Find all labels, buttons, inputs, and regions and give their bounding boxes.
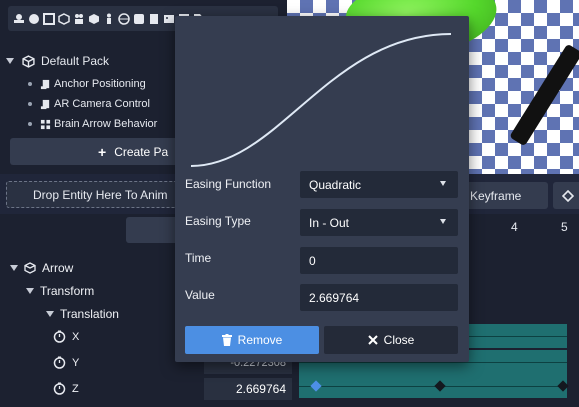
easing-function-select[interactable]: Quadratic: [300, 171, 458, 198]
axis-z-value[interactable]: 2.669764: [204, 378, 292, 400]
value-label: Value: [185, 288, 215, 302]
remove-label: Remove: [237, 333, 283, 347]
script-icon: [40, 99, 50, 109]
add-keyframe-button[interactable]: d Keyframe: [456, 182, 548, 209]
pack-item-label: Brain Arrow Behavior: [54, 118, 158, 130]
document-icon[interactable]: [147, 12, 160, 26]
people-icon[interactable]: [72, 12, 85, 26]
plus-icon: +: [98, 143, 107, 160]
expand-icon[interactable]: [26, 288, 34, 294]
easing-type-label: Easing Type: [185, 214, 251, 228]
hexagon-icon[interactable]: [57, 12, 70, 26]
square-icon[interactable]: [132, 12, 145, 26]
behavior-graph-icon: [40, 119, 51, 129]
keyframe[interactable]: [557, 380, 569, 392]
easing-function-value: Quadratic: [309, 177, 362, 192]
bullet-icon: [28, 82, 32, 86]
component-row-transform[interactable]: Transform: [26, 284, 94, 298]
keyframe[interactable]: [434, 380, 446, 392]
easing-type-select[interactable]: In - Out: [300, 209, 458, 236]
bullet-icon: [28, 102, 32, 106]
image-icon[interactable]: [162, 12, 175, 26]
axis-label: Y: [72, 356, 80, 369]
pack-header[interactable]: Default Pack: [6, 54, 109, 68]
bullet-icon: [28, 122, 32, 126]
value-input[interactable]: 2.669764: [300, 284, 458, 311]
stopwatch-icon[interactable]: [53, 382, 66, 395]
property-label: Translation: [60, 307, 119, 321]
person-icon[interactable]: [102, 12, 115, 26]
easing-type-value: In - Out: [309, 215, 350, 230]
pack-item-label: Anchor Positioning: [54, 78, 146, 90]
pack-item[interactable]: AR Camera Control: [28, 98, 150, 110]
close-icon: [367, 335, 378, 345]
stopwatch-icon[interactable]: [53, 330, 66, 343]
entity-label: Arrow: [42, 261, 74, 275]
axis-row-x[interactable]: X: [53, 330, 79, 343]
entity-row-arrow[interactable]: Arrow: [10, 261, 73, 275]
value-value: 2.669764: [309, 290, 360, 305]
package-icon: [22, 54, 35, 68]
drop-zone-label: Drop Entity Here To Anim: [33, 187, 168, 202]
entities-icon[interactable]: [12, 12, 25, 26]
track-z[interactable]: [299, 374, 569, 398]
close-button[interactable]: Close: [324, 326, 458, 354]
add-keyframe-label: d Keyframe: [460, 188, 522, 203]
property-row-translation[interactable]: Translation: [46, 307, 119, 321]
expand-icon[interactable]: [10, 265, 18, 271]
time-label: Time: [185, 251, 212, 265]
entity-icon: [24, 262, 36, 274]
axis-row-y[interactable]: Y: [53, 356, 79, 369]
expand-icon[interactable]: [46, 311, 54, 317]
timeline-ruler[interactable]: [126, 217, 180, 243]
expand-icon[interactable]: [6, 58, 14, 64]
component-label: Transform: [40, 284, 95, 298]
trash-icon: [221, 334, 232, 346]
easing-function-label: Easing Function: [185, 177, 272, 191]
axis-row-z[interactable]: Z: [53, 382, 79, 395]
close-label: Close: [383, 333, 415, 347]
ruler-tick: 5: [561, 220, 568, 234]
time-input[interactable]: 0: [300, 247, 458, 274]
cube-icon[interactable]: [87, 12, 100, 26]
script-icon: [40, 79, 50, 89]
globe-icon[interactable]: [117, 12, 130, 26]
axis-label: Z: [72, 382, 79, 395]
pack-item-label: AR Camera Control: [54, 98, 150, 110]
keyframe-editor-dialog: Easing Function Quadratic Easing Type In…: [175, 16, 469, 362]
keyframe-diamond-button[interactable]: [553, 182, 579, 209]
axis-label: X: [72, 330, 80, 343]
create-pack-label: Create Pa: [114, 144, 169, 159]
dropdown-caret-icon: [440, 181, 446, 186]
arrow-object: [509, 43, 579, 147]
diamond-icon: [562, 189, 574, 202]
remove-button[interactable]: Remove: [185, 326, 319, 354]
keyframe-selected[interactable]: [310, 380, 322, 392]
stopwatch-icon[interactable]: [53, 356, 66, 369]
time-value: 0: [309, 253, 316, 268]
pack-item[interactable]: Brain Arrow Behavior: [28, 118, 157, 130]
pack-title: Default Pack: [41, 54, 110, 68]
pack-item[interactable]: Anchor Positioning: [28, 78, 146, 90]
easing-curve-preview: [190, 33, 452, 167]
ruler-tick: 4: [511, 220, 518, 234]
film-icon[interactable]: [42, 12, 55, 26]
dropdown-caret-icon: [440, 219, 446, 224]
sphere-icon[interactable]: [27, 12, 40, 26]
